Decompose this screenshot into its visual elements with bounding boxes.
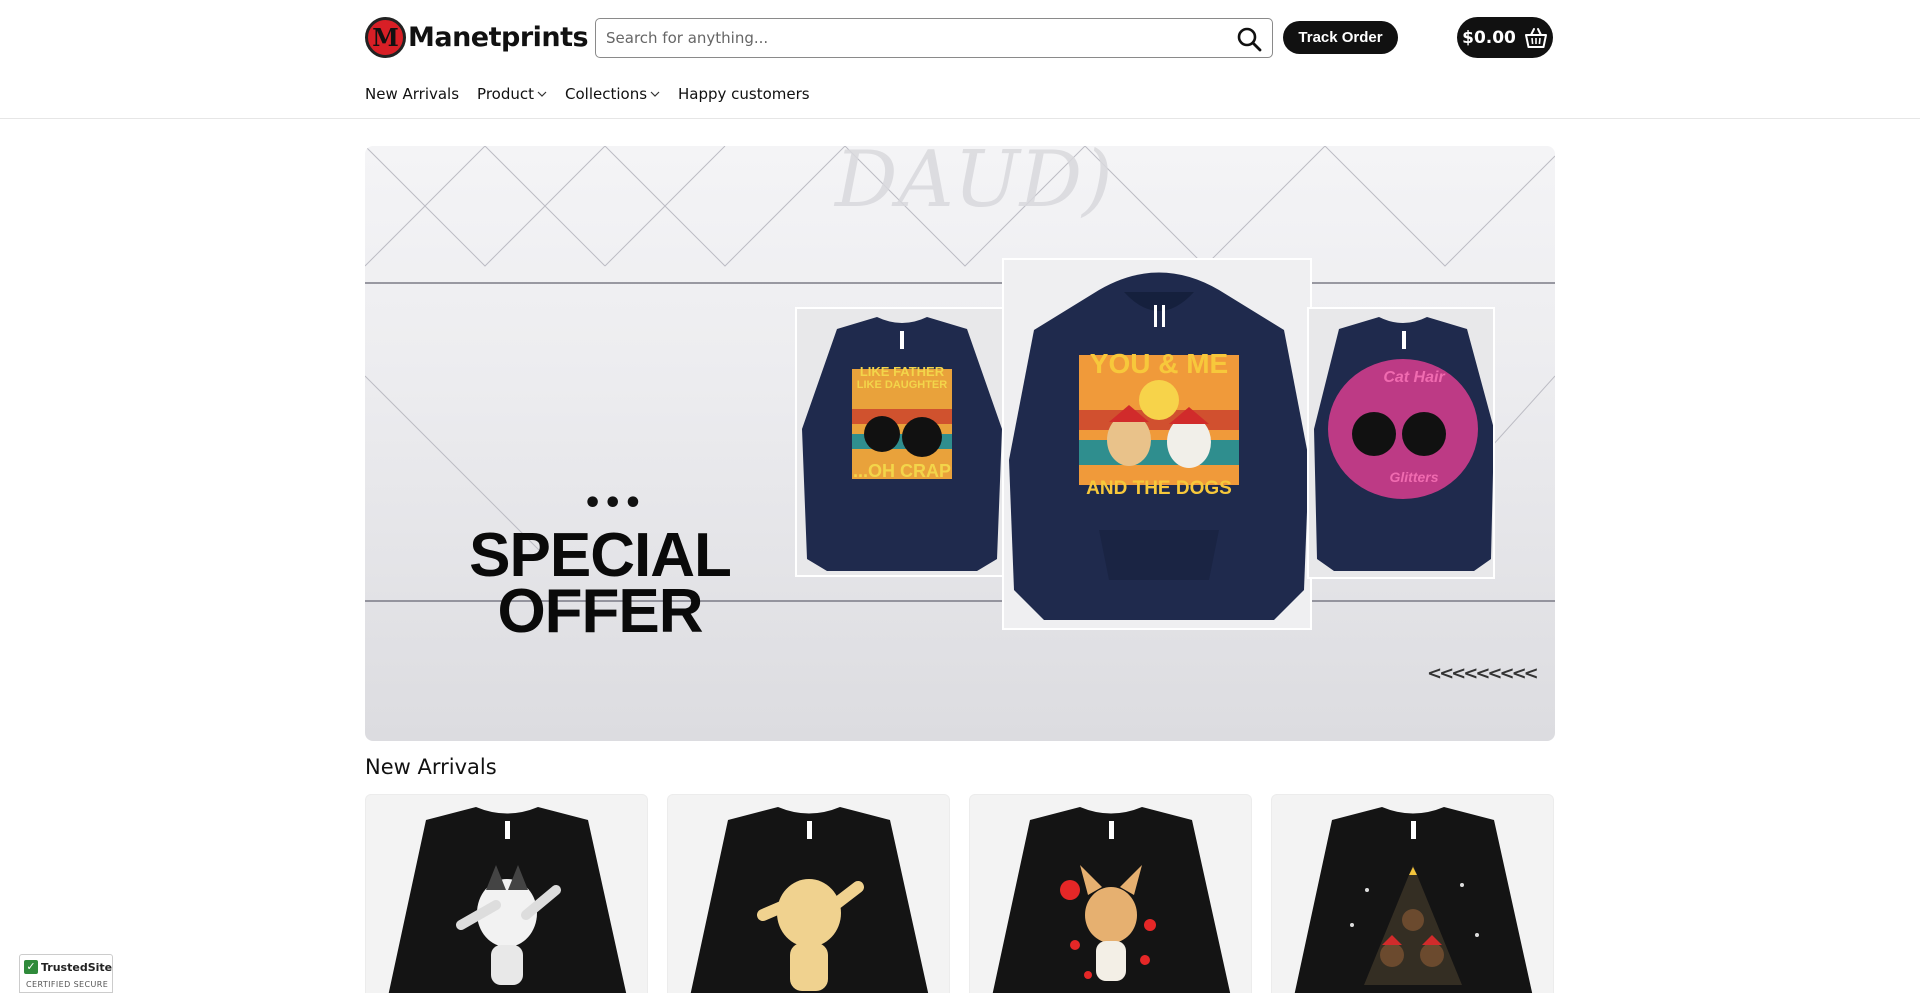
basket-icon [1524, 27, 1547, 48]
hero-title-line1: SPECIAL [469, 521, 732, 590]
product-card[interactable] [667, 794, 950, 993]
trusted-name: TrustedSite [41, 960, 113, 974]
hero-product-center[interactable]: YOU & ME AND THE DOGS [1002, 258, 1312, 630]
checkmark-icon: ✓ [24, 960, 38, 974]
sweatshirt-image [802, 317, 1002, 571]
design-line1: YOU & ME [1089, 348, 1229, 379]
section-title-new-arrivals: New Arrivals [365, 755, 497, 779]
sweatshirt-image [1314, 317, 1493, 571]
track-order-button[interactable]: Track Order [1283, 21, 1398, 54]
product-card[interactable] [969, 794, 1252, 993]
hero-arrows: <<<<<<<<< [1427, 663, 1539, 684]
product-card[interactable] [1271, 794, 1554, 993]
nav-happy-customers[interactable]: Happy customers [678, 85, 810, 103]
main-nav: New Arrivals Product Collections Happy c… [365, 85, 810, 103]
product-image-dabbing-husky [388, 807, 627, 993]
product-image-chihuahua-hearts [992, 807, 1231, 993]
design-line2: LIKE DAUGHTER [856, 379, 948, 391]
nav-collections[interactable]: Collections [565, 85, 660, 103]
trusted-top: ✓ TrustedSite [24, 960, 112, 974]
product-card[interactable] [365, 794, 648, 993]
cart-button[interactable]: $0.00 [1457, 17, 1553, 58]
logo-text: Manetprints [408, 22, 589, 53]
product-image-dabbing-golden-dog [690, 807, 929, 993]
nav-label: Happy customers [678, 85, 810, 103]
hero-dots: ••• [583, 486, 644, 521]
hero-product-left[interactable]: LIKE FATHER LIKE DAUGHTER ...OH CRAP [795, 307, 1005, 577]
design-line2: Glitters [1389, 469, 1439, 485]
hero-product-right[interactable]: Cat Hair Glitters [1307, 307, 1495, 579]
hero-title-line2: OFFER [497, 577, 703, 646]
design-line1: Cat Hair [1383, 369, 1445, 386]
hero-title: SPECIAL OFFER [435, 521, 765, 646]
product-image-christmas-tree-dogs [1294, 807, 1533, 993]
design-line2: AND THE DOGS [1086, 478, 1232, 499]
hoodie-image [1009, 272, 1309, 620]
logo-badge: M [365, 17, 406, 58]
chevron-down-icon [537, 91, 547, 97]
trustedsite-badge[interactable]: ✓ TrustedSite CERTIFIED SECURE [19, 954, 113, 993]
site-header: M Manetprints Track Order $0.00 New Arri… [0, 0, 1920, 119]
search-icon[interactable] [1236, 26, 1262, 52]
site-logo[interactable]: M Manetprints [365, 17, 589, 58]
nav-label: New Arrivals [365, 85, 460, 103]
search-bar [595, 18, 1273, 58]
nav-label: Product [477, 85, 534, 103]
design-line1: LIKE FATHER [859, 364, 945, 379]
trusted-subtitle: CERTIFIED SECURE [26, 980, 109, 989]
nav-new-arrivals[interactable]: New Arrivals [365, 85, 459, 103]
svg-text:DAUD): DAUD) [833, 146, 1113, 225]
nav-label: Collections [565, 85, 648, 103]
chevron-down-icon [650, 91, 660, 97]
nav-product[interactable]: Product [477, 85, 547, 103]
search-input[interactable] [606, 25, 1206, 51]
design-line3: ...OH CRAP [852, 461, 951, 481]
cart-amount: $0.00 [1462, 27, 1516, 48]
hero-arrows-text: <<<<<<<<< [1427, 663, 1539, 684]
